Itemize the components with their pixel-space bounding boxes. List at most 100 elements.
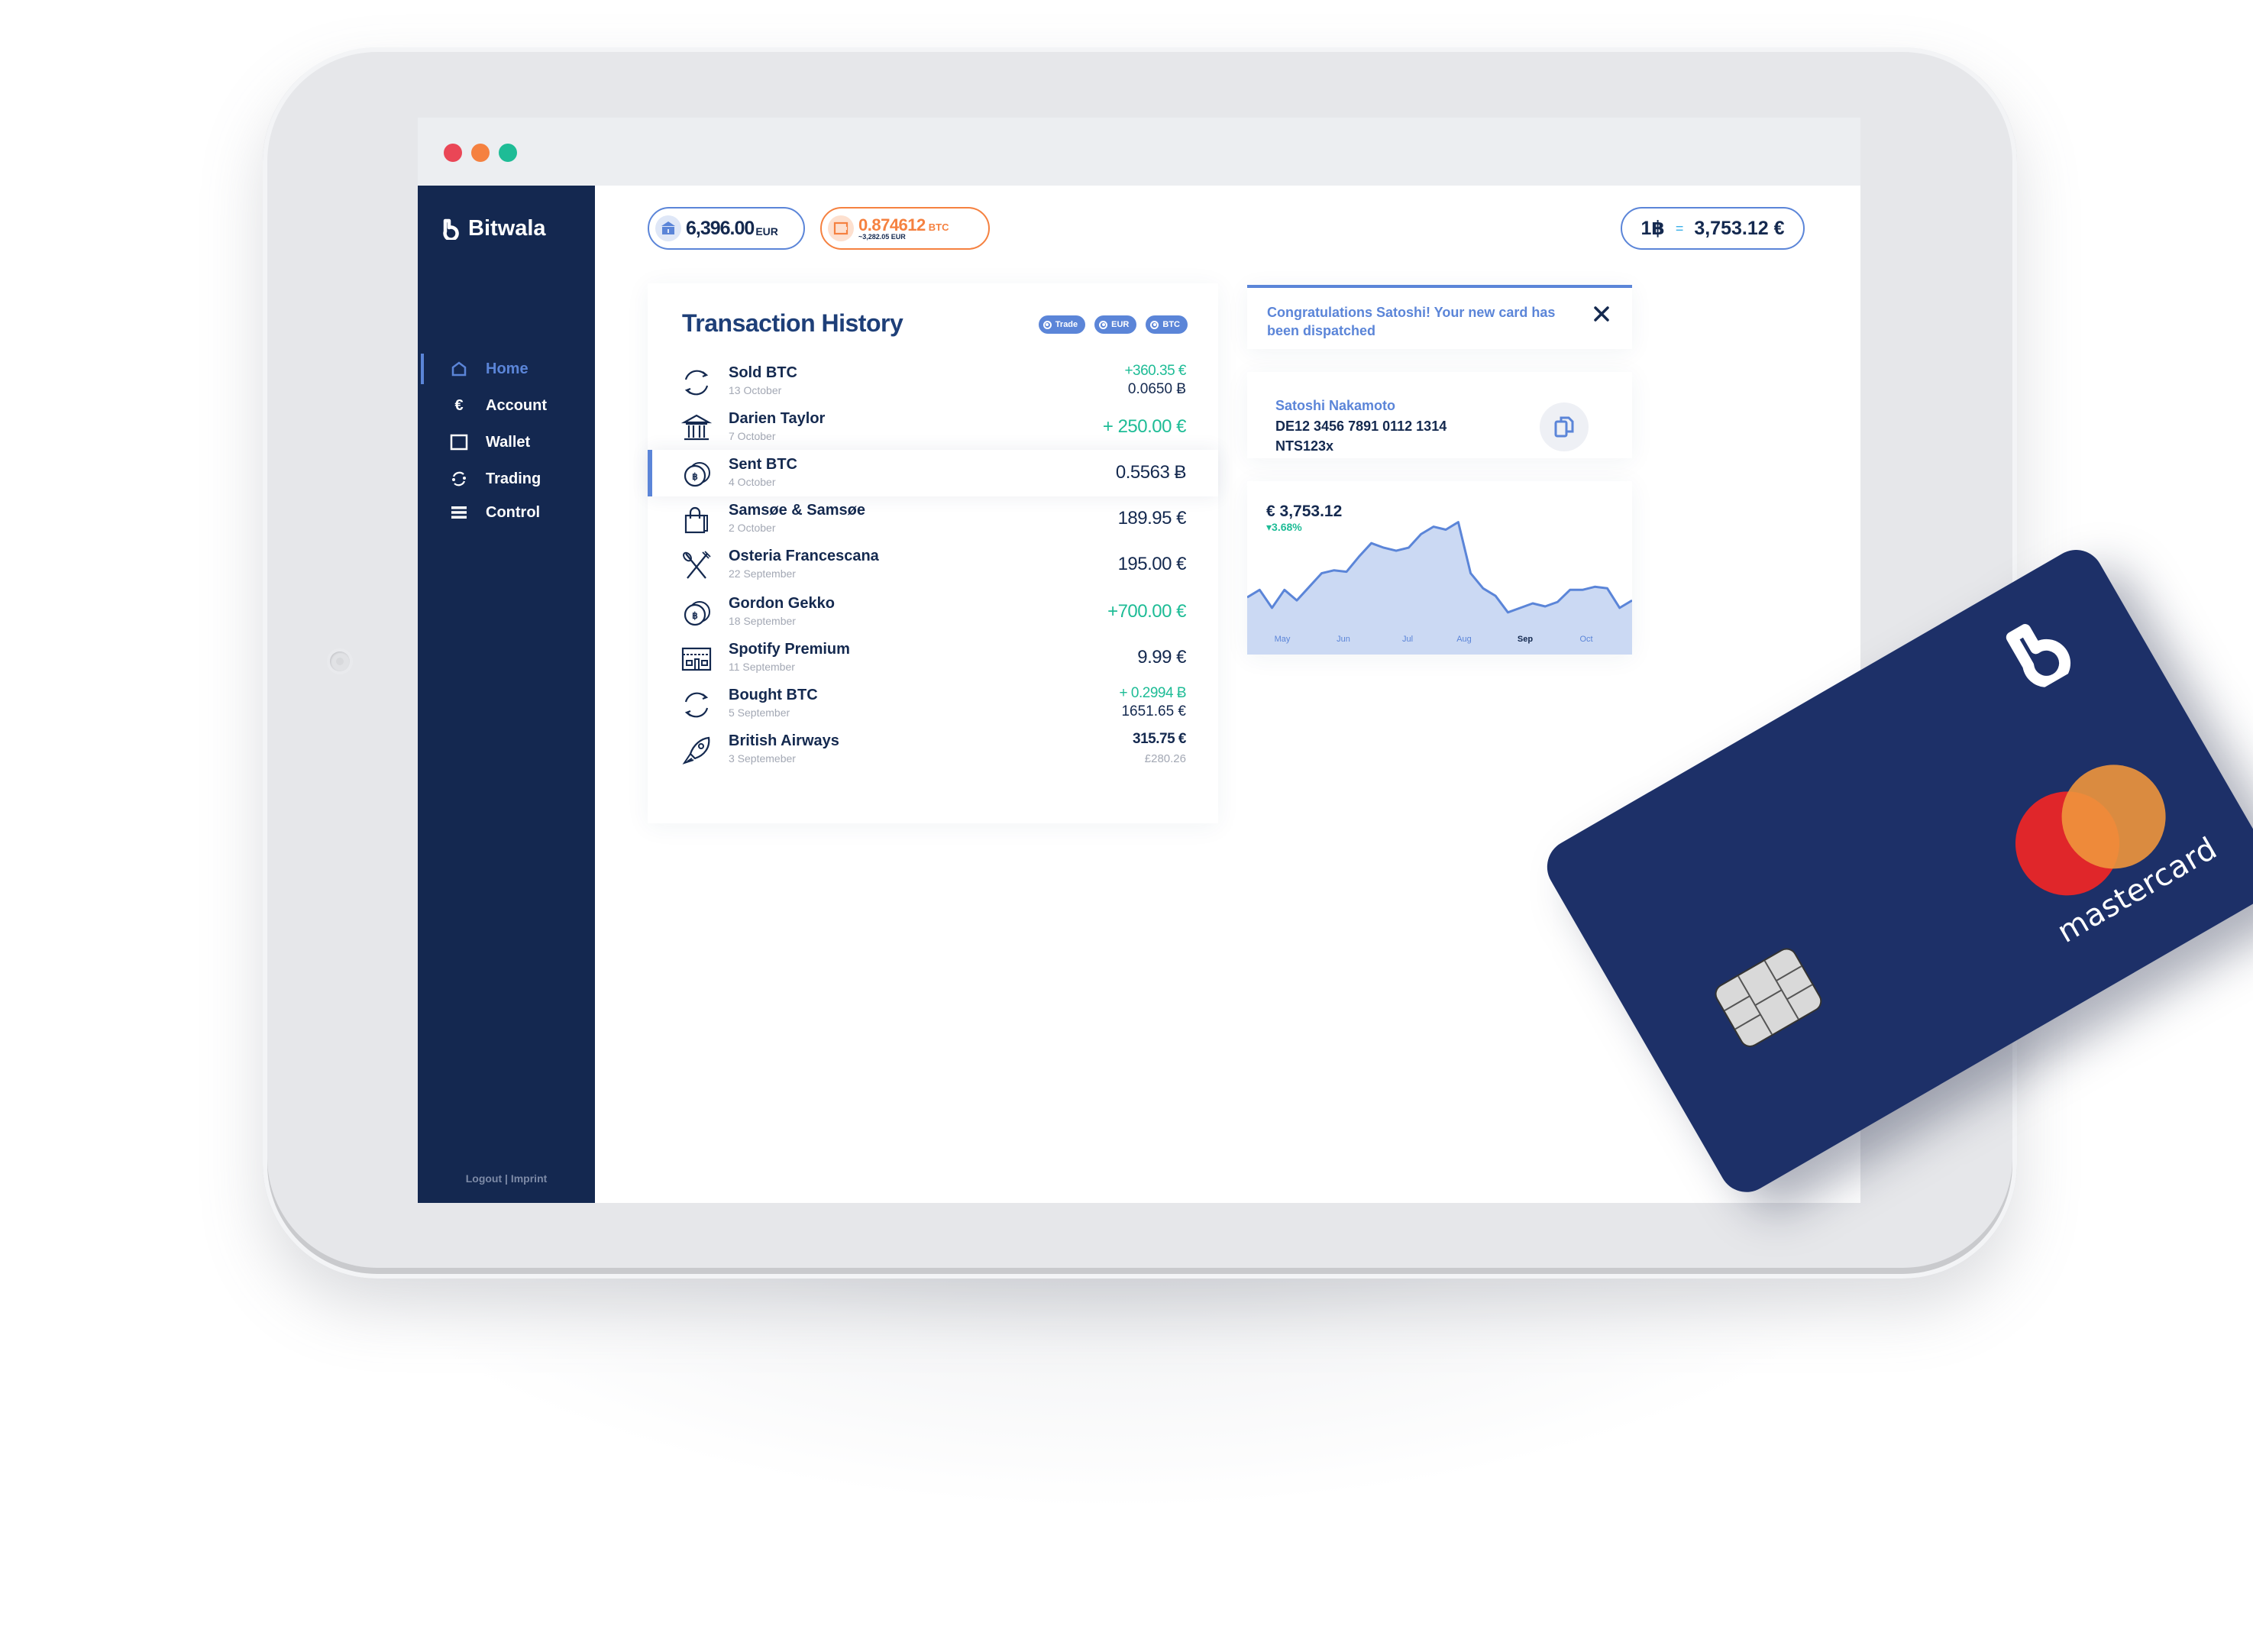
camera-icon	[330, 651, 350, 671]
eur-balance-amount: 6,396.00	[686, 217, 755, 239]
maximize-window-button[interactable]	[499, 144, 517, 162]
sidebar-item-home[interactable]: Home	[418, 354, 595, 384]
transaction-secondary-amount: £280.26	[1144, 752, 1186, 765]
transaction-row[interactable]: Darien Taylor 7 October + 250.00 €	[648, 404, 1218, 451]
sidebar-item-wallet[interactable]: Wallet	[418, 427, 595, 457]
transaction-amount: 9.99 €	[1137, 647, 1186, 668]
bitcoin-coins-icon: ฿	[680, 598, 715, 629]
transaction-amount: 195.00 €	[1117, 554, 1187, 574]
radio-icon	[1150, 320, 1159, 329]
btc-balance-amount: 0.874612	[858, 215, 926, 234]
transaction-secondary-amount: 0.0650 Ƀ	[1127, 381, 1186, 397]
transaction-date: 13 October	[729, 384, 782, 396]
exchange-icon	[680, 690, 715, 720]
bank-icon	[680, 413, 715, 444]
filter-trade[interactable]: Trade	[1038, 315, 1086, 334]
x-tick-label[interactable]: Jul	[1402, 635, 1413, 644]
transaction-row[interactable]: Spotify Premium 11 September 9.99 €	[648, 635, 1218, 681]
transaction-amount: +700.00 €	[1107, 601, 1186, 622]
rate-eur: 3,753.12 €	[1694, 217, 1785, 239]
btc-price-chart: € 3,753.12 ▾3.68% May Jun Jul Aug Sep Oct	[1247, 481, 1632, 655]
transaction-date: 3 Septemeber	[729, 752, 796, 765]
copy-icon	[1554, 416, 1574, 438]
filter-label: Trade	[1055, 320, 1078, 329]
sidebar-item-label: Control	[486, 503, 541, 521]
trading-icon	[450, 470, 468, 488]
wallet-icon	[828, 215, 854, 241]
bitcoin-coins-icon: ฿	[680, 459, 715, 490]
card-dispatched-notification: Congratulations Satoshi! Your new card h…	[1247, 285, 1632, 349]
transaction-name: Bought BTC	[729, 687, 818, 703]
bank-icon	[655, 215, 681, 241]
transaction-row[interactable]: Sold BTC 13 October +360.35 € 0.0650 Ƀ	[648, 358, 1218, 405]
transaction-row[interactable]: Samsøe & Samsøe 2 October 189.95 €	[648, 496, 1218, 542]
svg-text:฿: ฿	[692, 471, 698, 482]
sidebar-item-label: Home	[486, 360, 529, 377]
transaction-amount: + 0.2994 Ƀ	[1119, 685, 1187, 701]
btc-balance-unit: BTC	[928, 221, 949, 233]
brand-name: Bitwala	[468, 216, 546, 241]
transaction-history-panel: Transaction History Trade EUR BTC Sold B…	[648, 283, 1218, 823]
copy-iban-button[interactable]	[1540, 402, 1589, 451]
filter-btc[interactable]: BTC	[1146, 315, 1188, 334]
chart-title: € 3,753.12	[1266, 503, 1343, 520]
transaction-name: Samsøe & Samsøe	[729, 502, 865, 519]
exchange-icon	[680, 367, 715, 398]
btc-balance-pill[interactable]: 0.874612 BTC ~3,282.05 EUR	[820, 207, 990, 250]
sidebar-item-label: Wallet	[486, 433, 531, 451]
sidebar: Bitwala Home € Account Wallet Trading Co…	[418, 186, 595, 1203]
transaction-amount: 0.5563 Ƀ	[1115, 462, 1187, 483]
cutlery-icon	[680, 551, 715, 581]
logout-imprint-links[interactable]: Logout | Imprint	[418, 1172, 595, 1185]
bic-code: NTS123x	[1275, 438, 1334, 454]
close-window-button[interactable]	[444, 144, 462, 162]
sidebar-item-control[interactable]: Control	[418, 497, 595, 528]
transaction-amount: +360.35 €	[1124, 363, 1186, 379]
transaction-secondary-amount: 1651.65 €	[1121, 703, 1186, 719]
transaction-name: British Airways	[729, 732, 839, 749]
rate-btc: 1฿	[1640, 218, 1665, 239]
iban-details: DE12 3456 7891 0112 1314 NTS123x	[1275, 416, 1447, 456]
iban-number: DE12 3456 7891 0112 1314	[1275, 419, 1447, 434]
window-titlebar	[418, 118, 1860, 186]
x-tick-label[interactable]: Aug	[1456, 635, 1472, 644]
home-icon	[450, 360, 468, 378]
transaction-row[interactable]: Bought BTC 5 September + 0.2994 Ƀ 1651.65 €	[648, 681, 1218, 727]
minimize-window-button[interactable]	[471, 144, 490, 162]
account-holder-name: Satoshi Nakamoto	[1275, 398, 1396, 413]
sidebar-item-label: Account	[486, 396, 547, 414]
transaction-name: Sent BTC	[729, 456, 797, 473]
transaction-date: 2 October	[729, 522, 776, 534]
sidebar-item-trading[interactable]: Trading	[418, 464, 595, 494]
bitwala-logo[interactable]: Bitwala	[442, 216, 546, 241]
transaction-name: Sold BTC	[729, 364, 797, 381]
transaction-row[interactable]: ฿ Gordon Gekko 18 September +700.00 €	[648, 589, 1218, 635]
transaction-row[interactable]: Osteria Francescana 22 September 195.00 €	[648, 542, 1218, 588]
transaction-date: 4 October	[729, 476, 776, 488]
card-chip-icon	[1711, 944, 1826, 1052]
shopping-bag-icon	[680, 505, 715, 535]
transaction-row[interactable]: British Airways 3 Septemeber 315.75 € £280.…	[648, 726, 1218, 773]
transaction-date: 18 September	[729, 615, 796, 627]
eur-balance-pill[interactable]: 6,396.00 EUR	[648, 207, 805, 250]
transaction-amount: + 250.00 €	[1102, 416, 1187, 437]
notification-text: Congratulations Satoshi! Your new card h…	[1267, 305, 1556, 338]
sidebar-item-account[interactable]: € Account	[418, 390, 595, 421]
x-tick-label[interactable]: Oct	[1579, 635, 1592, 644]
rocket-icon	[680, 735, 715, 766]
transaction-name: Darien Taylor	[729, 410, 826, 427]
svg-text:฿: ฿	[692, 610, 698, 621]
x-tick-label[interactable]: Jun	[1337, 635, 1350, 644]
filter-eur[interactable]: EUR	[1094, 315, 1137, 334]
transaction-row[interactable]: ฿ Sent BTC 4 October 0.5563 Ƀ	[648, 450, 1218, 496]
close-icon[interactable]	[1592, 305, 1611, 323]
exchange-rate-pill: 1฿ = 3,753.12 €	[1621, 207, 1805, 250]
transaction-history-title: Transaction History	[682, 309, 903, 337]
bitwala-logo-icon	[443, 218, 459, 240]
x-tick-label[interactable]: Sep	[1518, 635, 1533, 644]
radio-icon	[1099, 320, 1108, 329]
btc-balance-eur-equivalent: ~3,282.05 EUR	[858, 232, 906, 241]
x-tick-label[interactable]: May	[1275, 635, 1291, 644]
transaction-date: 11 September	[729, 661, 795, 673]
sidebar-item-label: Trading	[486, 470, 541, 487]
